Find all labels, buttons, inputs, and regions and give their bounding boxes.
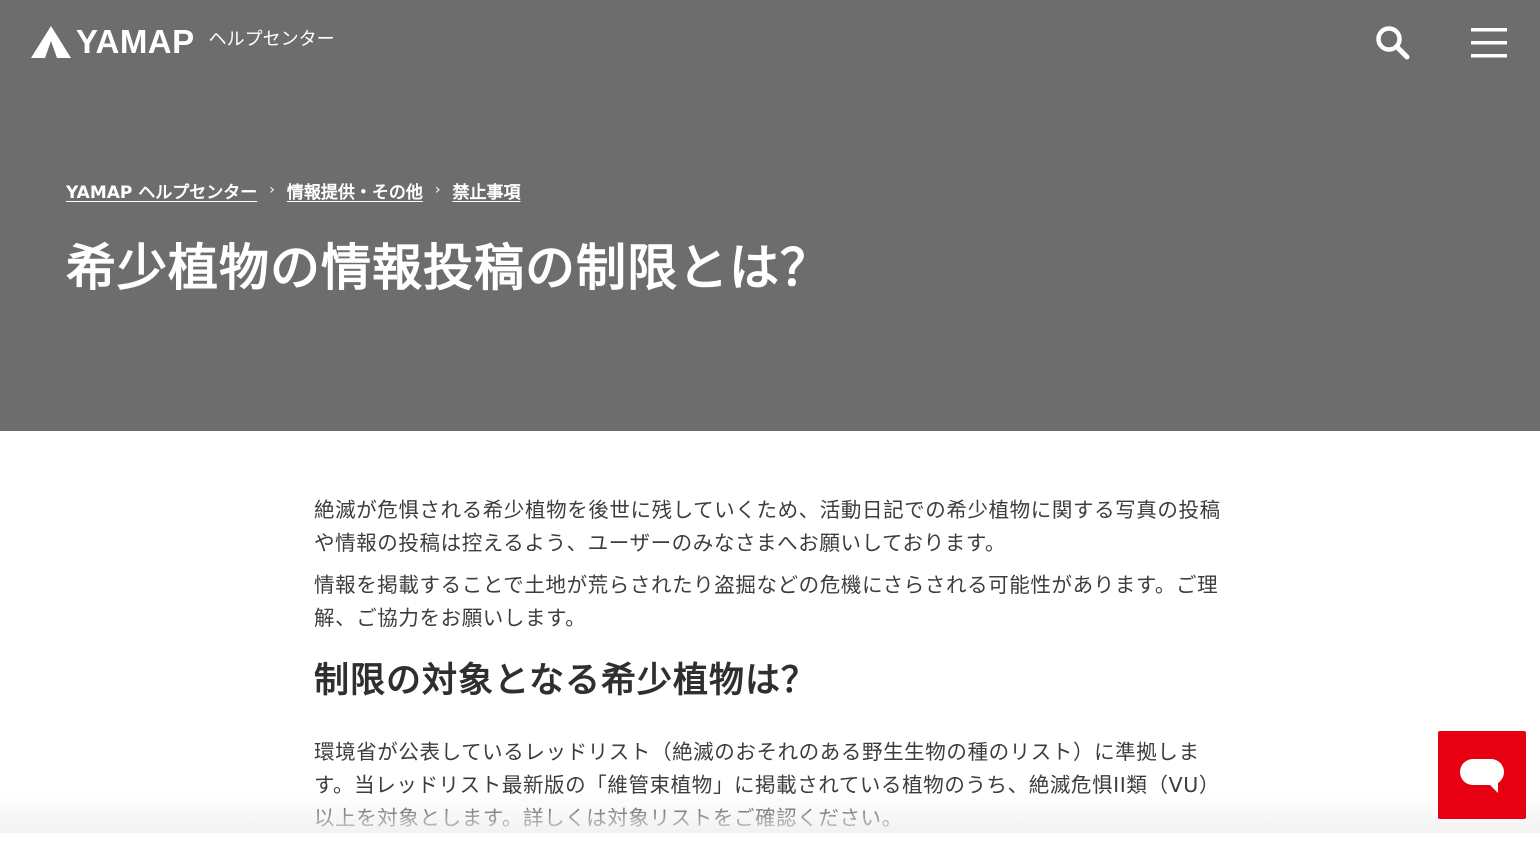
- chat-bubble-icon: [1460, 759, 1504, 793]
- hero-header: YAMAP ヘルプセンター YAMAP ヘルプセンター › 情報提供・その他 ›…: [0, 0, 1540, 431]
- breadcrumb-separator: ›: [434, 182, 441, 198]
- logo-subtitle: ヘルプセンター: [208, 29, 335, 50]
- page-title: 希少植物の情報投稿の制限とは？: [66, 239, 831, 297]
- article-body: 絶滅が危惧される希少植物を後世に残していくため、活動日記での希少植物に関する写真…: [314, 494, 1224, 844]
- intro-paragraph: 情報を掲載することで土地が荒らされたり盗掘などの危機にさらされる可能性があります…: [314, 573, 1219, 630]
- search-icon: [1376, 26, 1410, 60]
- section-heading: 制限の対象となる希少植物は？: [314, 661, 817, 701]
- breadcrumb: YAMAP ヘルプセンター › 情報提供・その他 › 禁止事項: [66, 176, 521, 204]
- menu-button[interactable]: [1468, 22, 1510, 64]
- search-button[interactable]: [1372, 22, 1414, 64]
- intro-paragraph: 絶滅が危惧される希少植物を後世に残していくため、活動日記での希少植物に関する写真…: [314, 498, 1221, 555]
- breadcrumb-separator: ›: [269, 182, 275, 198]
- mountain-logo-icon: [31, 26, 71, 58]
- breadcrumb-category[interactable]: 情報提供・その他: [287, 178, 423, 203]
- yamap-logo[interactable]: YAMAP ヘルプセンター: [30, 22, 335, 62]
- chat-support-button[interactable]: [1438, 731, 1526, 819]
- breadcrumb-home[interactable]: YAMAP ヘルプセンター: [66, 178, 257, 203]
- hamburger-menu-icon: [1471, 28, 1507, 58]
- breadcrumb-section[interactable]: 禁止事項: [453, 178, 521, 203]
- logo-wordmark: YAMAP: [76, 23, 195, 60]
- section-paragraph: 環境省が公表しているレッドリスト（絶滅のおそれのある野生生物の種のリスト）に準拠…: [314, 740, 1220, 830]
